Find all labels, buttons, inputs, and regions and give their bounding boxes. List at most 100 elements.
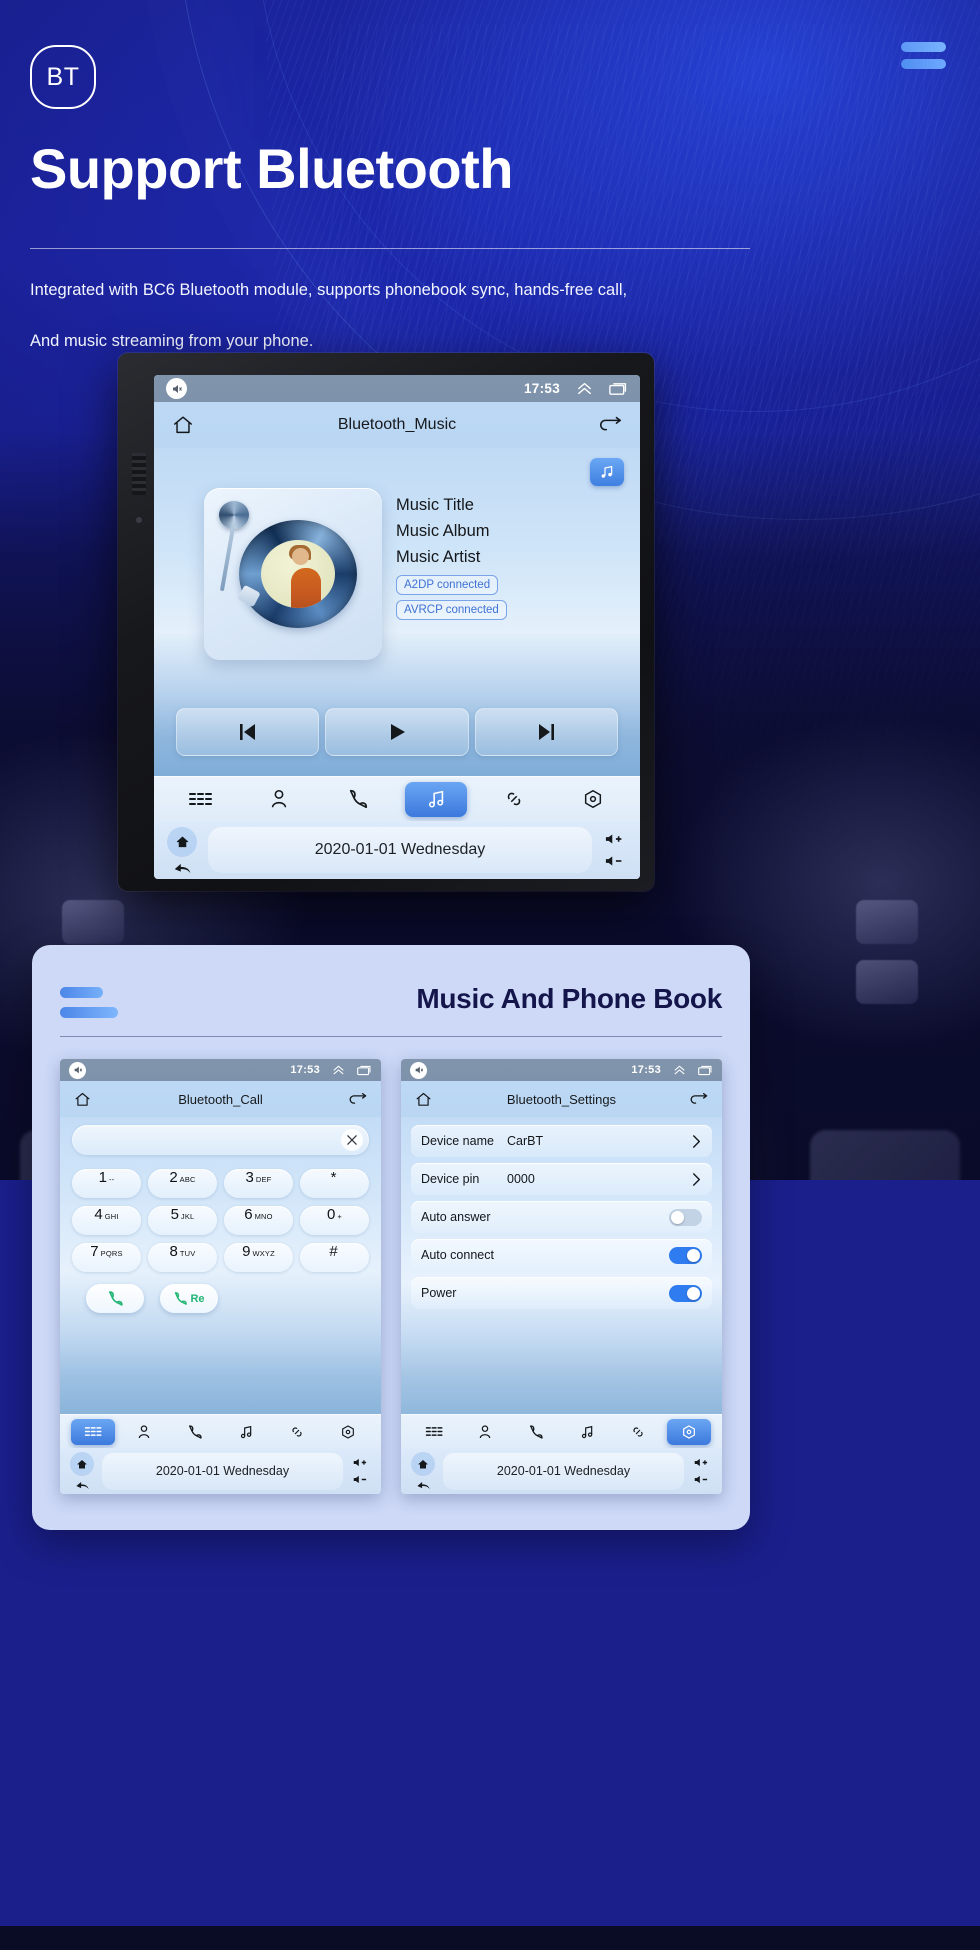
dialpad-key[interactable]: #	[300, 1243, 369, 1272]
device-sensor-dot	[136, 517, 142, 523]
call-button[interactable]	[86, 1284, 144, 1313]
volume-mute-icon[interactable]	[410, 1061, 427, 1079]
app-header-bar: Bluetooth_Call	[60, 1081, 381, 1117]
system-bar: 2020-01-01 Wednesday	[154, 821, 640, 879]
recent-apps-icon[interactable]	[698, 1065, 713, 1076]
chevron-right-icon[interactable]	[691, 1134, 702, 1148]
next-track-icon[interactable]	[474, 708, 618, 756]
home-filled-icon[interactable]	[70, 1452, 94, 1476]
phone-icon[interactable]	[514, 1419, 558, 1445]
phone-icon[interactable]	[327, 782, 389, 817]
app-header-bar: Bluetooth_Music	[154, 402, 640, 448]
settings-row-power[interactable]: Power	[411, 1277, 712, 1309]
link-icon[interactable]	[616, 1419, 660, 1445]
settings-row-device-name[interactable]: Device name CarBT	[411, 1125, 712, 1157]
volume-down-icon[interactable]	[353, 1474, 369, 1485]
contacts-icon[interactable]	[122, 1419, 166, 1445]
vinyl-record	[239, 520, 357, 628]
chevron-double-up-icon[interactable]	[576, 382, 593, 395]
back-arrow-icon[interactable]	[598, 415, 622, 435]
back-curved-arrow-icon[interactable]	[416, 1478, 431, 1490]
volume-up-icon[interactable]	[605, 832, 625, 846]
apps-list-icon[interactable]	[412, 1419, 456, 1445]
key-sub: GHI	[104, 1212, 119, 1221]
chevron-right-icon[interactable]	[691, 1172, 702, 1186]
card-divider	[60, 1036, 722, 1037]
settings-icon[interactable]	[326, 1419, 370, 1445]
link-icon[interactable]	[483, 782, 545, 817]
key-digit: 2	[169, 1169, 178, 1186]
recent-apps-icon[interactable]	[357, 1065, 372, 1076]
volume-up-icon[interactable]	[694, 1457, 710, 1468]
apps-list-icon[interactable]	[170, 782, 232, 817]
home-filled-icon[interactable]	[167, 826, 197, 857]
setting-value: CarBT	[507, 1134, 544, 1148]
recent-apps-icon[interactable]	[609, 382, 628, 396]
home-filled-icon[interactable]	[411, 1452, 435, 1476]
auto-answer-toggle[interactable]	[669, 1208, 702, 1226]
key-digit: 1	[98, 1169, 107, 1186]
volume-controls	[690, 1457, 714, 1485]
play-icon[interactable]	[325, 708, 469, 756]
album-art-card	[204, 488, 382, 660]
dialpad-key[interactable]: *	[300, 1169, 369, 1198]
contacts-icon[interactable]	[463, 1419, 507, 1445]
settings-row-auto-answer[interactable]: Auto answer	[411, 1201, 712, 1233]
settings-icon[interactable]	[562, 782, 624, 817]
music-icon[interactable]	[405, 781, 468, 817]
volume-mute-icon[interactable]	[166, 378, 187, 399]
dialpad-key[interactable]: 1 --	[72, 1169, 141, 1198]
back-arrow-icon[interactable]	[689, 1092, 708, 1107]
volume-down-icon[interactable]	[694, 1474, 710, 1485]
settings-list: Device name CarBT Device pin 0000 Auto a…	[401, 1117, 722, 1414]
dialpad-key[interactable]: 4 GHI	[72, 1206, 141, 1235]
system-bar: 2020-01-01 Wednesday	[60, 1448, 381, 1494]
music-icon[interactable]	[565, 1419, 609, 1445]
back-curved-arrow-icon[interactable]	[173, 859, 192, 874]
music-note-icon[interactable]	[590, 458, 624, 486]
volume-mute-icon[interactable]	[69, 1061, 86, 1079]
dialpad-key[interactable]: 2 ABC	[148, 1169, 217, 1198]
dialpad-key[interactable]: 6 MNO	[224, 1206, 293, 1235]
close-x-icon[interactable]	[341, 1129, 363, 1151]
settings-icon[interactable]	[666, 1418, 711, 1445]
dialpad-key[interactable]: 9 WXYZ	[224, 1243, 293, 1272]
system-date: 2020-01-01 Wednesday	[208, 827, 592, 873]
dialpad-key[interactable]: 8 TUV	[148, 1243, 217, 1272]
hero-subtitle: Integrated with BC6 Bluetooth module, su…	[30, 265, 760, 367]
back-curved-arrow-icon[interactable]	[75, 1478, 90, 1490]
redial-button[interactable]: Re	[160, 1284, 218, 1313]
toggle-knob	[687, 1248, 700, 1262]
music-icon[interactable]	[224, 1419, 268, 1445]
accent-bar	[60, 987, 103, 998]
back-arrow-icon[interactable]	[348, 1092, 367, 1107]
apps-list-icon[interactable]	[71, 1418, 116, 1445]
contacts-icon[interactable]	[248, 782, 310, 817]
volume-up-icon[interactable]	[353, 1457, 369, 1468]
phone-icon[interactable]	[173, 1419, 217, 1445]
home-icon[interactable]	[172, 414, 194, 436]
status-bar-right: 17:53	[524, 381, 628, 396]
dialpad-key[interactable]: 3 DEF	[224, 1169, 293, 1198]
dialpad-key[interactable]: 5 JKL	[148, 1206, 217, 1235]
volume-down-icon[interactable]	[605, 854, 625, 868]
previous-track-icon[interactable]	[176, 708, 320, 756]
settings-row-auto-connect[interactable]: Auto connect	[411, 1239, 712, 1271]
status-time: 17:53	[631, 1064, 661, 1076]
chevron-double-up-icon[interactable]	[673, 1065, 686, 1075]
dialpad-key[interactable]: 0 +	[300, 1206, 369, 1235]
auto-connect-toggle[interactable]	[669, 1246, 702, 1264]
home-icon[interactable]	[415, 1091, 432, 1108]
hamburger-icon[interactable]	[901, 42, 946, 69]
key-digit: 9	[242, 1243, 251, 1260]
volume-controls	[349, 1457, 373, 1485]
key-digit: *	[330, 1169, 337, 1186]
home-icon[interactable]	[74, 1091, 91, 1108]
link-icon[interactable]	[275, 1419, 319, 1445]
power-toggle[interactable]	[669, 1284, 702, 1302]
dialpad-key[interactable]: 7 PQRS	[72, 1243, 141, 1272]
call-actions: Re	[72, 1284, 369, 1313]
settings-row-device-pin[interactable]: Device pin 0000	[411, 1163, 712, 1195]
chevron-double-up-icon[interactable]	[332, 1065, 345, 1075]
phone-number-input[interactable]	[72, 1125, 369, 1155]
